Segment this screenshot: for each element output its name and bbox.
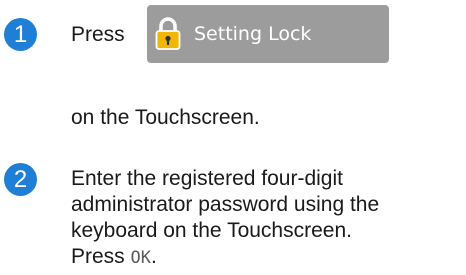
press-text: Press bbox=[71, 23, 125, 46]
ok-key-label: OK bbox=[130, 248, 152, 268]
step-number-badge: 1 bbox=[4, 18, 37, 51]
step2-instructions: Enter the registered four-digit administ… bbox=[71, 166, 461, 271]
step2-line: administrator password using the bbox=[71, 193, 380, 216]
step2-line: keyboard on the Touchscreen. bbox=[71, 219, 352, 242]
setting-lock-button[interactable]: Setting Lock bbox=[147, 5, 389, 63]
period: . bbox=[151, 245, 157, 268]
step2-line: Enter the registered four-digit bbox=[71, 167, 343, 190]
step2-press-line: Press OK. bbox=[71, 244, 461, 271]
padlock-icon bbox=[155, 17, 181, 50]
step-number-badge: 2 bbox=[4, 163, 37, 196]
instruction-page: 1 Press Setting Lock on the Touchscreen.… bbox=[0, 0, 466, 275]
setting-lock-label: Setting Lock bbox=[194, 23, 312, 45]
on-touchscreen-text: on the Touchscreen. bbox=[71, 106, 260, 129]
press-word: Press bbox=[71, 245, 125, 268]
